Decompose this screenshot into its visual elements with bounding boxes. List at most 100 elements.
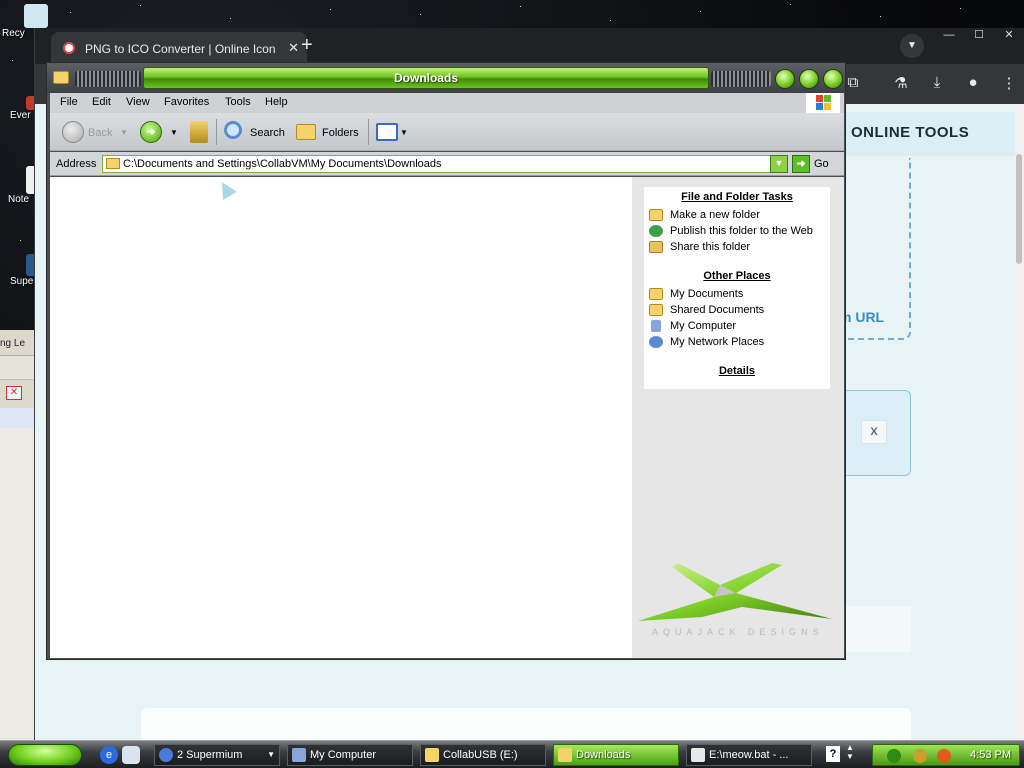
address-label: Address xyxy=(56,158,97,170)
menu-dots-icon[interactable]: ⋮ xyxy=(999,74,1019,94)
back-arrow-icon[interactable] xyxy=(62,121,84,143)
explorer-window: Downloads File Edit View Favorites Tools… xyxy=(46,62,846,660)
minimize-orb-button[interactable] xyxy=(775,69,795,89)
details-heading[interactable]: Details xyxy=(644,365,830,377)
system-tray: 4:53 PM xyxy=(872,744,1020,766)
desktop-icon-label: Ever xyxy=(10,110,31,121)
taskbar-button-my-computer[interactable]: My Computer xyxy=(287,744,413,766)
close-button[interactable]: ✕ xyxy=(994,28,1024,44)
tab-title: PNG to ICO Converter | Online Icon xyxy=(85,42,276,56)
menu-help[interactable]: Help xyxy=(265,96,288,108)
menu-tools[interactable]: Tools xyxy=(225,96,251,108)
address-field[interactable]: C:\Documents and Settings\CollabVM\My Do… xyxy=(102,155,788,173)
place-shared-documents[interactable]: Shared Documents xyxy=(644,302,830,318)
profile-icon[interactable]: ● xyxy=(963,74,983,94)
taskbar-button-label: CollabUSB (E:) xyxy=(443,749,518,761)
other-places-heading[interactable]: Other Places xyxy=(644,270,830,282)
taskbar-button-label: E:\meow.bat - ... xyxy=(709,749,789,761)
place-my-documents[interactable]: My Documents xyxy=(644,286,830,302)
close-icon[interactable]: ✕ xyxy=(6,386,22,400)
tab-search-button[interactable]: ▼ xyxy=(900,34,924,58)
tray-expand-icon[interactable]: ▲ ▼ xyxy=(846,743,854,761)
supermium-desktop-icon[interactable]: Supe xyxy=(0,254,36,287)
standard-toolbar: Back ▼ ➜ ▼ Search Folders ▼ xyxy=(50,113,844,151)
place-label: My Network Places xyxy=(670,336,765,348)
notepad-desktop-icon[interactable]: Note xyxy=(0,166,36,205)
remove-file-button[interactable]: X xyxy=(861,420,887,444)
taskbar-button-supermium[interactable]: 2 Supermium ▼ xyxy=(154,744,280,766)
menu-view[interactable]: View xyxy=(126,96,150,108)
place-label: Shared Documents xyxy=(670,304,765,316)
flask-icon[interactable]: ⚗ xyxy=(891,74,911,94)
task-publish-web[interactable]: Publish this folder to the Web xyxy=(644,223,830,239)
page-scrollbar[interactable] xyxy=(1014,104,1024,740)
place-network[interactable]: My Network Places xyxy=(644,334,830,350)
desktop-icon[interactable] xyxy=(122,746,140,764)
task-label: Make a new folder xyxy=(670,209,760,221)
folders-icon[interactable] xyxy=(296,124,316,140)
download-icon[interactable]: ⤓ xyxy=(927,74,947,94)
recycle-bin-desktop-icon[interactable]: Recy xyxy=(0,4,48,39)
background-app-tabbar: ✕ xyxy=(0,380,36,408)
new-tab-button[interactable]: + xyxy=(301,34,313,57)
tray-app-icon[interactable] xyxy=(887,749,901,763)
up-folder-icon[interactable] xyxy=(190,121,208,143)
folder-icon xyxy=(106,158,120,169)
views-icon[interactable] xyxy=(376,123,398,141)
taskbar-button-meow-bat[interactable]: E:\meow.bat - ... xyxy=(686,744,812,766)
tab-close-icon[interactable]: ✕ xyxy=(288,40,299,56)
minimize-button[interactable]: — xyxy=(934,28,964,44)
address-dropdown-icon[interactable]: ▼ xyxy=(770,155,788,173)
tray-search-icon[interactable] xyxy=(937,749,951,763)
menu-favorites[interactable]: Favorites xyxy=(164,96,209,108)
file-folder-tasks-heading[interactable]: File and Folder Tasks xyxy=(644,191,830,203)
explorer-titlebar[interactable]: Downloads xyxy=(47,63,845,93)
group-dropdown-icon: ▼ xyxy=(267,750,275,759)
back-button[interactable]: Back xyxy=(88,127,112,139)
views-dropdown-icon[interactable]: ▼ xyxy=(400,128,408,137)
scrollbar-thumb[interactable] xyxy=(1016,154,1022,264)
task-pane: File and Folder Tasks Make a new folder … xyxy=(632,177,844,658)
folders-button[interactable]: Folders xyxy=(322,127,359,139)
task-make-new-folder[interactable]: Make a new folder xyxy=(644,207,830,223)
task-box: File and Folder Tasks Make a new folder … xyxy=(644,187,830,389)
page-panel xyxy=(835,606,911,652)
go-button[interactable]: Go xyxy=(814,158,829,170)
titlebar-grille xyxy=(711,71,771,87)
task-share-folder[interactable]: Share this folder xyxy=(644,239,830,255)
menu-edit[interactable]: Edit xyxy=(92,96,111,108)
maximize-button[interactable]: ☐ xyxy=(964,28,994,44)
browser-tab[interactable]: PNG to ICO Converter | Online Icon ✕ xyxy=(51,32,307,64)
help-icon[interactable]: ? xyxy=(826,746,840,762)
ie-icon[interactable]: e xyxy=(100,746,118,764)
forward-dropdown-icon[interactable]: ▼ xyxy=(170,128,178,137)
computer-icon xyxy=(292,748,306,762)
background-app-menubar: ng Le xyxy=(0,330,36,356)
network-places-icon xyxy=(649,336,663,348)
extension-icon[interactable]: ⧉ xyxy=(843,74,863,94)
file-list-pane[interactable] xyxy=(50,177,632,658)
tray-network-icon[interactable] xyxy=(913,749,927,763)
maximize-orb-button[interactable] xyxy=(799,69,819,89)
xbox-logo: AQUAJACK DESIGNS xyxy=(632,557,844,647)
taskbar-button-downloads[interactable]: Downloads xyxy=(553,744,679,766)
search-button[interactable]: Search xyxy=(250,127,285,139)
back-dropdown-icon[interactable]: ▼ xyxy=(120,128,128,137)
opera-favicon-icon xyxy=(63,42,75,54)
clock[interactable]: 4:53 PM xyxy=(970,749,1011,761)
taskbar: e 2 Supermium ▼ My Computer CollabUSB (E… xyxy=(0,740,1024,768)
go-arrow-icon[interactable]: ➜ xyxy=(792,155,810,173)
start-button[interactable] xyxy=(8,744,82,766)
search-icon[interactable] xyxy=(224,121,242,139)
close-orb-button[interactable] xyxy=(823,69,843,89)
menu-file[interactable]: File xyxy=(60,96,78,108)
background-app-menu-text: ng Le xyxy=(0,338,26,349)
ever-desktop-icon[interactable]: Ever xyxy=(0,96,36,121)
taskbar-button-collabusb[interactable]: CollabUSB (E:) xyxy=(420,744,546,766)
my-computer-icon xyxy=(651,320,661,332)
place-my-computer[interactable]: My Computer xyxy=(644,318,830,334)
online-tools-heading[interactable]: ONLINE TOOLS xyxy=(845,112,1015,156)
taskbar-button-label: My Computer xyxy=(310,749,377,761)
address-value[interactable]: C:\Documents and Settings\CollabVM\My Do… xyxy=(123,158,442,170)
forward-arrow-icon[interactable]: ➜ xyxy=(140,121,162,143)
